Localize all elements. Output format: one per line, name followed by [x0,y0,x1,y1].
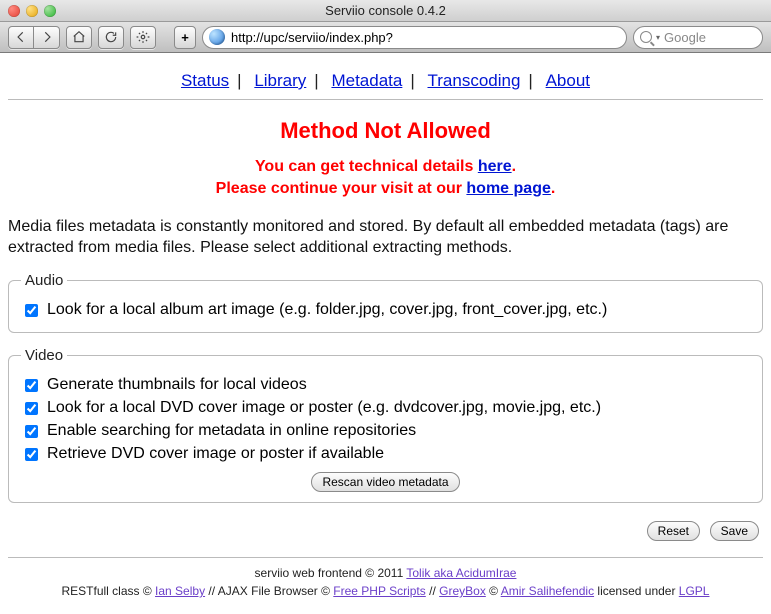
nav-transcoding[interactable]: Transcoding [428,71,521,90]
search-icon [640,31,652,43]
forward-button[interactable] [34,26,60,49]
browser-toolbar: + ▾ Google [0,22,771,53]
error-heading: Method Not Allowed [8,118,763,144]
intro-text: Media files metadata is constantly monit… [8,217,763,258]
video-opt-dvd-cover-checkbox[interactable] [25,402,38,415]
audio-fieldset: Audio Look for a local album art image (… [8,272,763,333]
site-icon [209,29,225,45]
footer-amir-link[interactable]: Amir Salihefendic [501,584,594,598]
reload-button[interactable] [98,26,124,49]
audio-legend: Audio [21,272,67,289]
address-bar[interactable] [202,26,627,49]
action-row: Reset Save [8,517,763,551]
video-opt-online-meta-checkbox[interactable] [25,425,38,438]
url-input[interactable] [229,29,620,46]
video-opt-retrieve-cover[interactable]: Retrieve DVD cover image or poster if av… [21,443,750,466]
divider [8,557,763,558]
error-here-link[interactable]: here [478,158,512,175]
footer-greybox-link[interactable]: GreyBox [439,584,486,598]
footer-ianselby-link[interactable]: Ian Selby [155,584,205,598]
footer-freephp-link[interactable]: Free PHP Scripts [333,584,425,598]
nav-button-group [8,26,60,49]
search-field[interactable]: ▾ Google [633,26,763,49]
audio-opt-album-art[interactable]: Look for a local album art image (e.g. f… [21,299,750,322]
nav-links: Status| Library| Metadata| Transcoding| … [8,63,763,93]
nav-status[interactable]: Status [181,71,229,90]
back-button[interactable] [8,26,34,49]
home-button[interactable] [66,26,92,49]
reset-button[interactable]: Reset [647,521,700,541]
video-opt-retrieve-cover-checkbox[interactable] [25,448,38,461]
divider [8,99,763,100]
search-placeholder: Google [664,30,706,45]
audio-opt-album-art-checkbox[interactable] [25,304,38,317]
save-button[interactable]: Save [710,521,759,541]
add-bookmark-button[interactable]: + [174,26,196,49]
video-opt-thumbnails-checkbox[interactable] [25,379,38,392]
video-opt-online-meta[interactable]: Enable searching for metadata in online … [21,420,750,443]
error-detail: You can get technical details here. Plea… [8,156,763,199]
video-legend: Video [21,347,67,364]
error-homepage-link[interactable]: home page [466,180,550,197]
rescan-video-button[interactable]: Rescan video metadata [311,472,459,492]
settings-button[interactable] [130,26,156,49]
nav-library[interactable]: Library [254,71,306,90]
footer-author-link[interactable]: Tolik aka AcidumIrae [406,566,516,580]
nav-metadata[interactable]: Metadata [331,71,402,90]
video-fieldset: Video Generate thumbnails for local vide… [8,347,763,503]
video-opt-dvd-cover[interactable]: Look for a local DVD cover image or post… [21,397,750,420]
chevron-down-icon: ▾ [656,33,660,42]
window-titlebar: Serviio console 0.4.2 [0,0,771,22]
video-opt-thumbnails[interactable]: Generate thumbnails for local videos [21,374,750,397]
footer-lgpl-link[interactable]: LGPL [679,584,710,598]
audio-opt-album-art-label: Look for a local album art image (e.g. f… [47,301,607,319]
footer: serviio web frontend © 2011 Tolik aka Ac… [8,564,763,608]
nav-about[interactable]: About [546,71,590,90]
window-title: Serviio console 0.4.2 [0,3,771,18]
